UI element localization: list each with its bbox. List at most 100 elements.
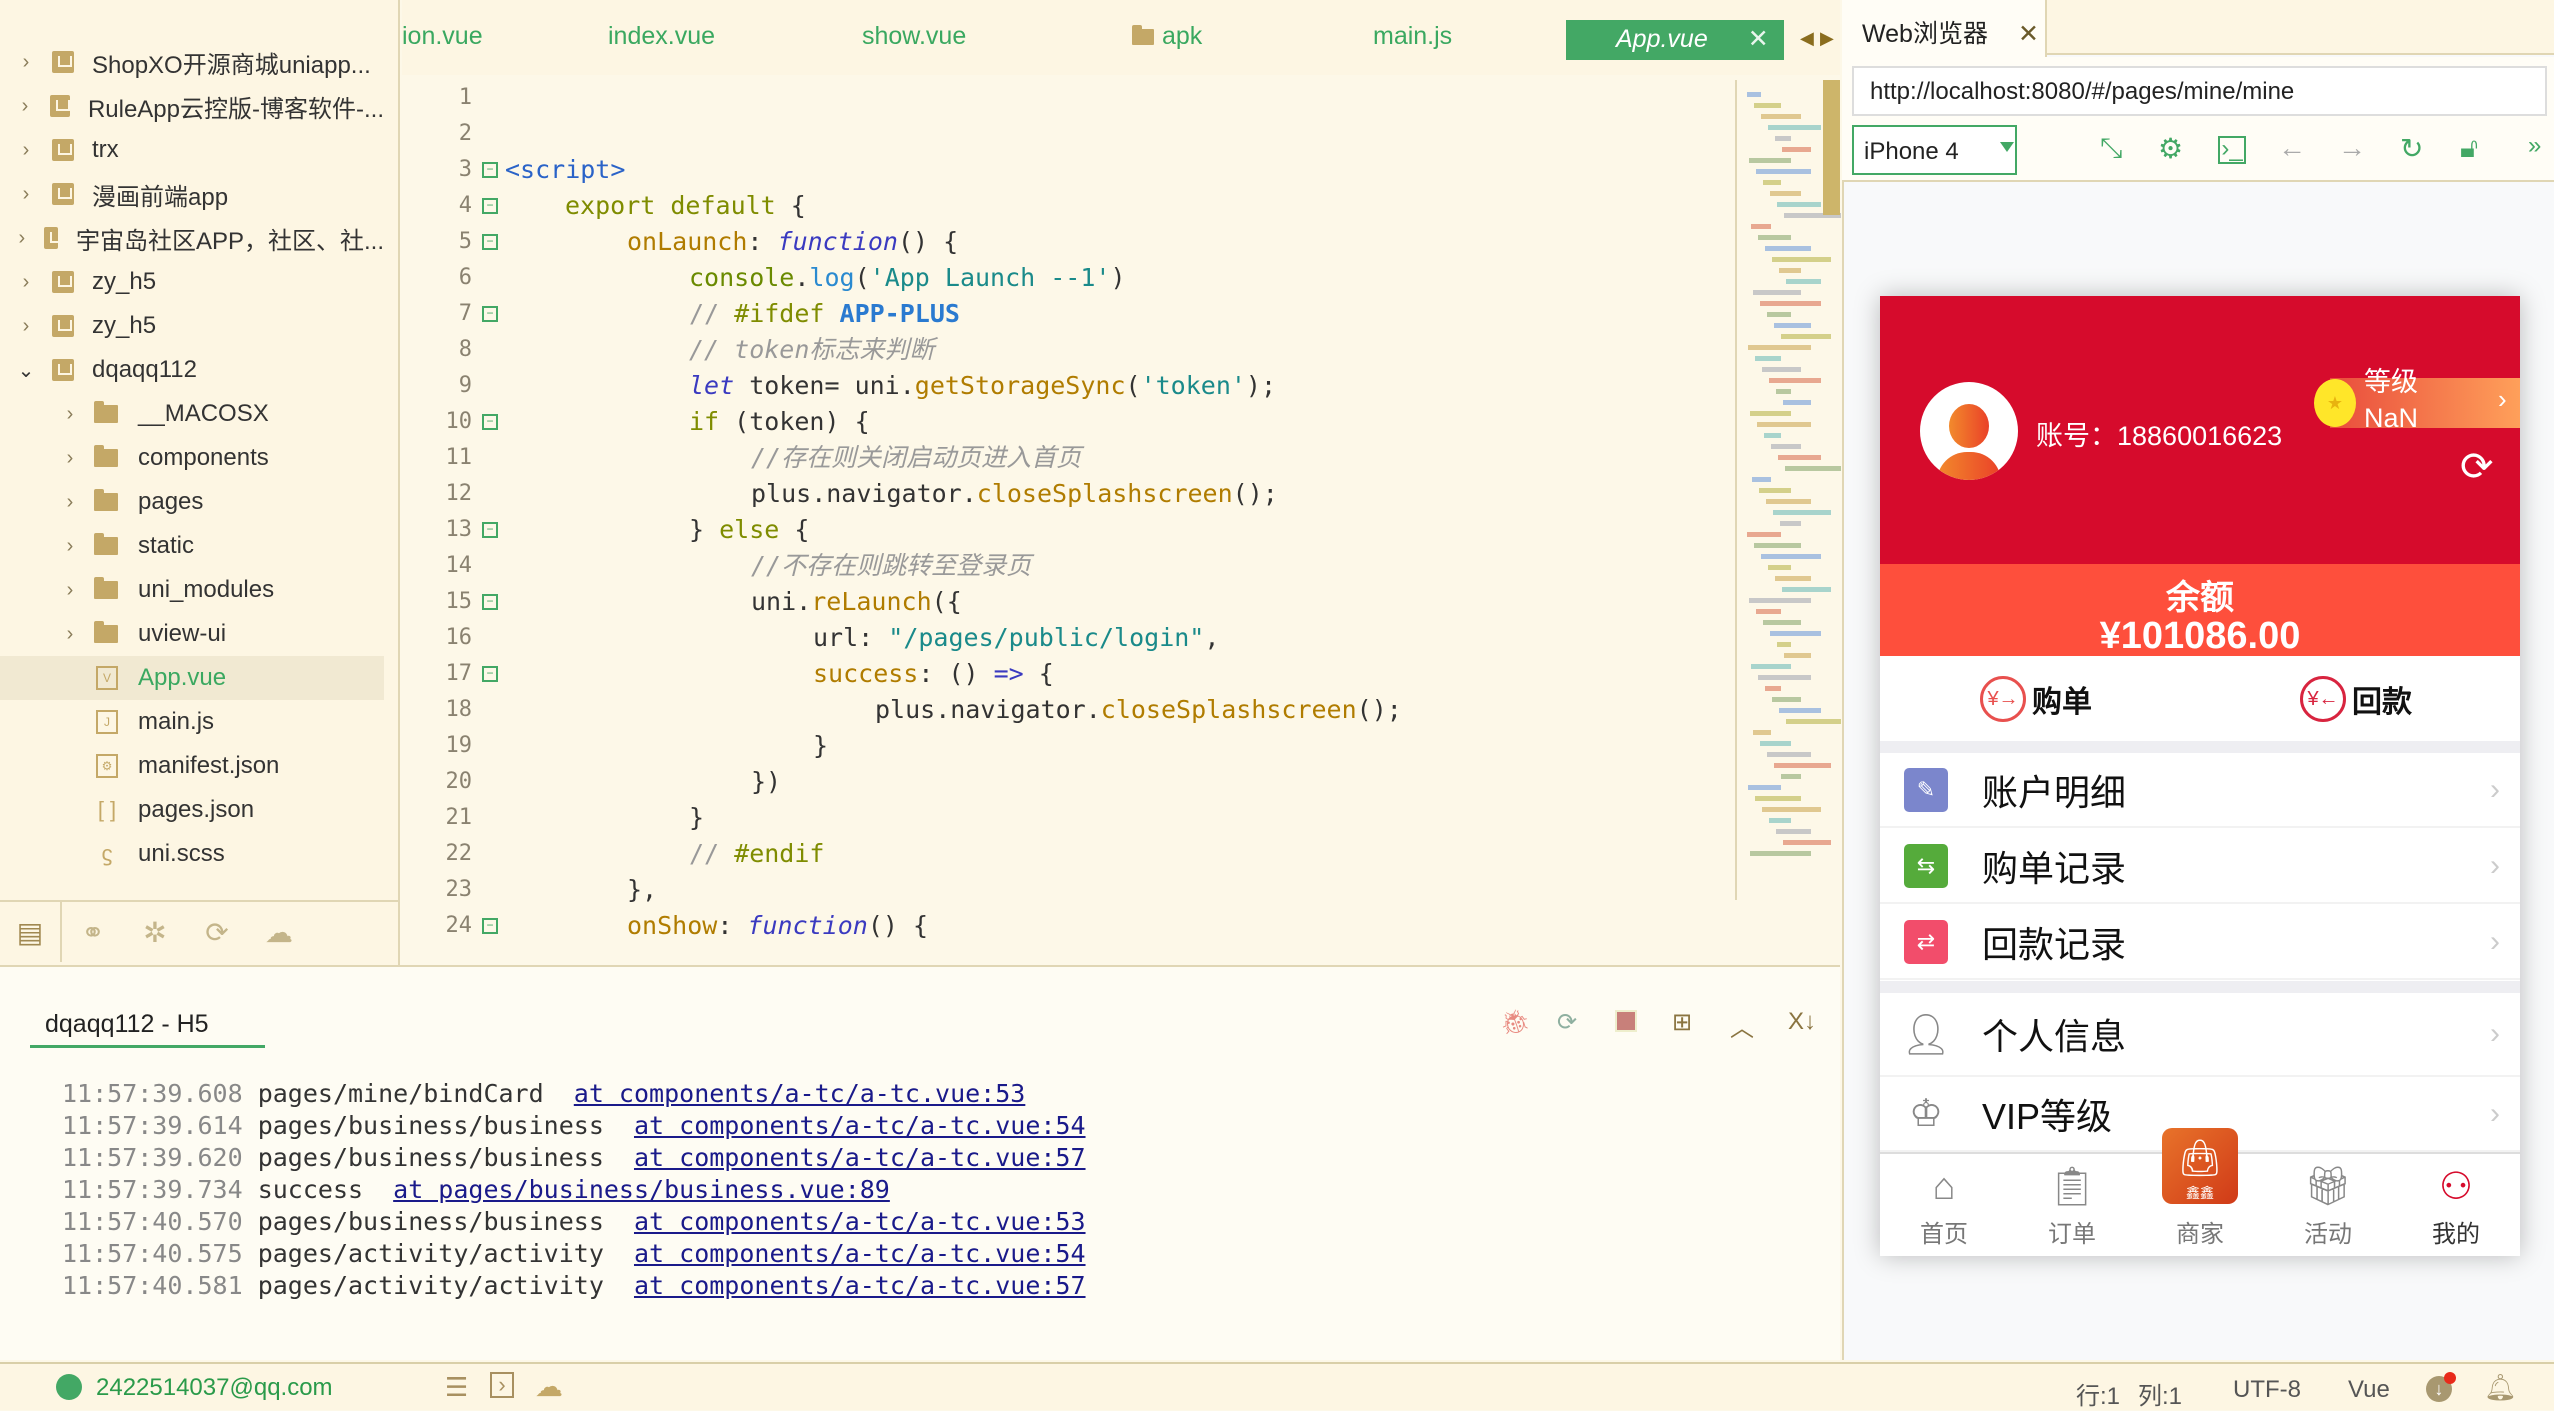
stop-icon[interactable] (1615, 1010, 1637, 1032)
tab-show-vue[interactable]: show.vue (862, 22, 966, 51)
device-select[interactable]: iPhone 4 (1852, 125, 2017, 175)
bug-icon[interactable]: ✲ (124, 902, 186, 962)
rotate-icon[interactable]: ⤡ (2100, 132, 2122, 165)
log-source-link[interactable]: at pages/business/business.vue:89 (393, 1175, 890, 1204)
chevron-right-icon[interactable]: › (14, 271, 38, 294)
debug-bug-icon[interactable]: 🐞︎ (1500, 1008, 1530, 1037)
tree-project[interactable]: ›漫画前端app (0, 172, 384, 216)
tree-file[interactable]: ϛuni.scss (0, 832, 384, 876)
tab-scroll-right-icon[interactable]: ▶ (1820, 28, 1834, 49)
explorer-tab-icon[interactable]: ▤ (0, 902, 62, 962)
bell-icon[interactable]: 🔔︎ (2484, 1372, 2517, 1403)
tree-project-expanded[interactable]: ⌄dqaqq112 (0, 348, 384, 392)
tree-folder[interactable]: ›static (0, 524, 384, 568)
avatar[interactable] (1920, 382, 2018, 480)
fold-toggle-icon[interactable]: − (482, 522, 498, 538)
tree-project[interactable]: ›RuleApp云控版-博客软件-... (0, 84, 384, 128)
chevron-right-icon[interactable]: › (58, 579, 82, 602)
tree-project[interactable]: ›zy_h5 (0, 260, 384, 304)
chevron-right-icon[interactable]: › (58, 447, 82, 470)
shopping-bag-icon[interactable]: 👜︎鑫鑫 (2162, 1128, 2238, 1204)
chevron-right-icon[interactable]: › (14, 183, 38, 206)
chevron-right-icon[interactable]: › (14, 227, 30, 250)
chevron-right-icon[interactable]: › (58, 403, 82, 426)
tab-ion-vue[interactable]: ion.vue (402, 22, 483, 51)
gear-icon[interactable]: ⚙ (2158, 132, 2183, 165)
forward-arrow-icon[interactable]: → (2338, 132, 2366, 164)
tree-project[interactable]: ›trx (0, 128, 384, 172)
list-icon[interactable]: ☰ (445, 1372, 468, 1403)
menu-item-personal-info[interactable]: 👤︎个人信息› (1880, 993, 2520, 1077)
chevron-right-icon[interactable]: › (14, 139, 38, 162)
editor-scrollbar-thumb[interactable] (1823, 80, 1840, 215)
fold-toggle-icon[interactable]: − (482, 234, 498, 250)
terminal-icon[interactable]: ›_ (2218, 136, 2246, 164)
log-source-link[interactable]: at components/a-tc/a-tc.vue:53 (574, 1079, 1026, 1108)
cloud-icon[interactable]: ☁ (248, 902, 310, 962)
tree-folder[interactable]: ›uview-ui (0, 612, 384, 656)
tree-project[interactable]: ›ShopXO开源商城uniapp... (0, 40, 384, 84)
fold-toggle-icon[interactable]: − (482, 162, 498, 178)
fold-toggle-icon[interactable]: − (482, 594, 498, 610)
tree-project[interactable]: ›宇宙岛社区APP，社区、社... (0, 216, 384, 260)
log-source-link[interactable]: at components/a-tc/a-tc.vue:54 (634, 1239, 1086, 1268)
tab-scroll-left-icon[interactable]: ◀ (1800, 28, 1814, 49)
tree-folder[interactable]: ›__MACOSX (0, 392, 384, 436)
tree-file[interactable]: Jmain.js (0, 700, 384, 744)
more-chevrons-icon[interactable]: » (2528, 132, 2541, 160)
fold-toggle-icon[interactable]: − (482, 666, 498, 682)
unlock-icon[interactable]: 🔓︎ (2460, 132, 2478, 165)
chevron-right-icon[interactable]: › (14, 315, 38, 338)
encoding-indicator[interactable]: UTF-8 (2233, 1376, 2301, 1404)
log-source-link[interactable]: at components/a-tc/a-tc.vue:53 (634, 1207, 1086, 1236)
user-account[interactable]: 2422514037@qq.com (96, 1374, 333, 1402)
fold-toggle-icon[interactable]: − (482, 198, 498, 214)
level-badge[interactable] (2330, 378, 2520, 428)
tab-index-vue[interactable]: index.vue (608, 22, 715, 51)
tabbar-orders[interactable]: 📋︎订单 (2008, 1154, 2136, 1256)
url-input[interactable]: http://localhost:8080/#/pages/mine/mine (1852, 66, 2547, 116)
code-area[interactable]: <script> export default { onLaunch: func… (505, 80, 1725, 960)
log-source-link[interactable]: at components/a-tc/a-tc.vue:57 (634, 1271, 1086, 1300)
run-icon[interactable]: ⟳ (186, 902, 248, 962)
tree-folder[interactable]: ›components (0, 436, 384, 480)
chevron-right-icon[interactable]: › (58, 491, 82, 514)
reload-icon[interactable]: ↻ (2400, 132, 2423, 165)
binoculars-icon[interactable]: ⚭ (62, 902, 124, 962)
tabbar-home[interactable]: ⌂首页 (1880, 1154, 2008, 1256)
tree-file-active[interactable]: VApp.vue (0, 656, 384, 700)
refresh-icon[interactable]: ⟳ (2460, 444, 2494, 490)
fold-toggle-icon[interactable]: − (482, 306, 498, 322)
chevron-right-icon[interactable]: › (14, 95, 36, 118)
tabbar-mine[interactable]: ⚇我的 (2392, 1154, 2520, 1256)
console-tab[interactable]: dqaqq112 - H5 (45, 1010, 209, 1039)
chevron-down-icon[interactable]: ⌄ (14, 358, 38, 383)
minimap[interactable] (1735, 80, 1823, 900)
user-avatar-icon[interactable] (56, 1374, 82, 1400)
chevron-up-icon[interactable]: ︿ (1730, 1008, 1754, 1043)
tree-file[interactable]: [ ]pages.json (0, 788, 384, 832)
clear-console-icon[interactable]: X↓ (1788, 1008, 1816, 1036)
close-icon[interactable]: ✕ (1748, 25, 1769, 53)
chevron-right-icon[interactable]: › (58, 535, 82, 558)
restart-icon[interactable]: ⟳ (1557, 1008, 1577, 1037)
log-source-link[interactable]: at components/a-tc/a-tc.vue:57 (634, 1143, 1086, 1172)
tree-folder[interactable]: ›pages (0, 480, 384, 524)
new-terminal-icon[interactable]: ⊞ (1672, 1008, 1692, 1037)
fold-toggle-icon[interactable]: − (482, 918, 498, 934)
browser-tab[interactable]: Web浏览器✕ (1842, 0, 2047, 57)
tree-folder[interactable]: ›uni_modules (0, 568, 384, 612)
fold-toggle-icon[interactable]: − (482, 414, 498, 430)
back-arrow-icon[interactable]: ← (2278, 132, 2306, 164)
menu-item-refund-record[interactable]: ⇄回款记录› (1880, 905, 2520, 980)
chevron-right-icon[interactable]: › (14, 51, 38, 74)
cloud-icon[interactable]: ☁ (535, 1370, 563, 1403)
menu-item-account-detail[interactable]: ✎账户明细› (1880, 753, 2520, 828)
log-source-link[interactable]: at components/a-tc/a-tc.vue:54 (634, 1111, 1086, 1140)
tab-main-js[interactable]: main.js (1373, 22, 1452, 51)
close-icon[interactable]: ✕ (2018, 20, 2039, 48)
chevron-right-icon[interactable]: › (58, 623, 82, 646)
tab-app-vue[interactable]: App.vue✕ (1566, 20, 1784, 60)
tab-apk[interactable]: apk (1132, 22, 1202, 51)
language-indicator[interactable]: Vue (2348, 1376, 2390, 1404)
